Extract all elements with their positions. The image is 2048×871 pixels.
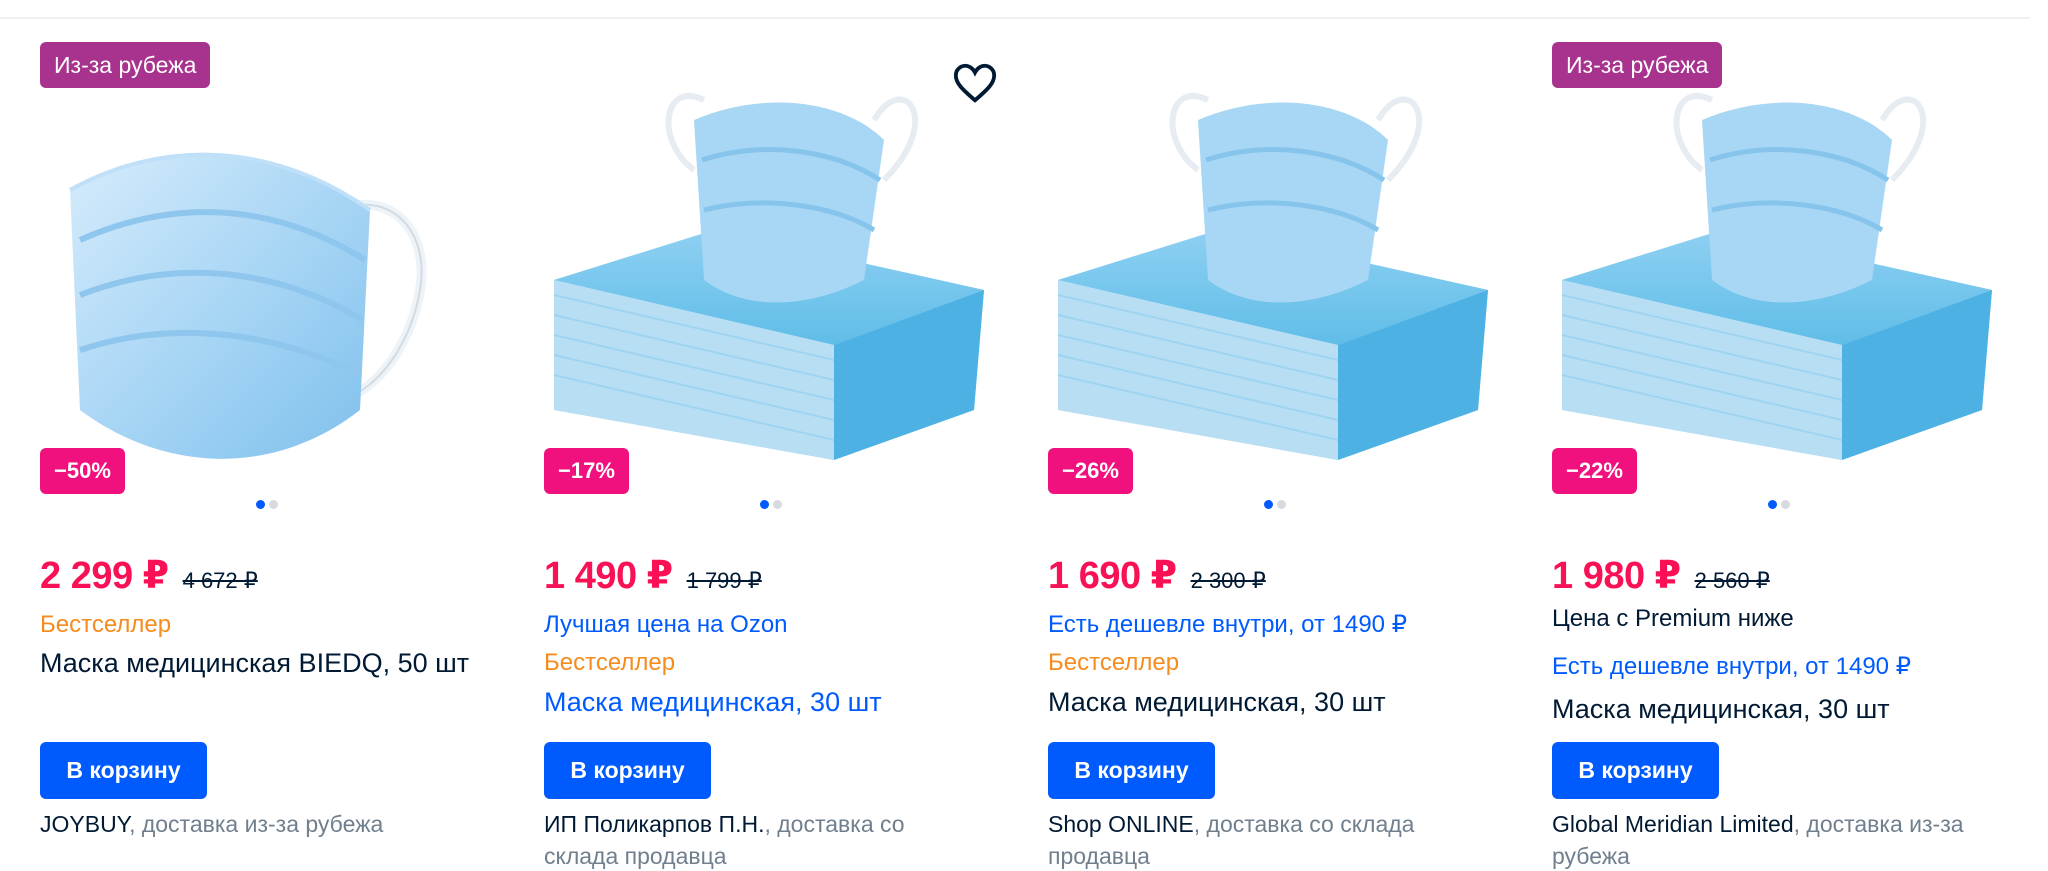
seller-name[interactable]: Global Meridian Limited — [1552, 811, 1794, 837]
seller-info: Shop ONLINE, доставка со склада продавца — [1048, 808, 1468, 871]
add-to-cart-button[interactable]: В корзину — [1552, 742, 1719, 799]
abroad-badge: Из-за рубежа — [40, 42, 211, 88]
image-pagination[interactable] — [256, 500, 278, 510]
best-price-label[interactable]: Лучшая цена на Ozon — [544, 610, 788, 640]
delivery-info: , доставка из-за рубежа — [129, 811, 384, 837]
product-card[interactable]: −17% 1 490 ₽ 1 799 ₽ Лучшая цена на Ozon… — [544, 40, 1014, 869]
heart-icon[interactable] — [952, 60, 998, 106]
product-image[interactable] — [1048, 80, 1488, 500]
price: 1 690 ₽ — [1048, 555, 1177, 597]
image-pagination[interactable] — [1768, 500, 1790, 510]
product-title[interactable]: Маска медицинская, 30 шт — [1552, 692, 1890, 726]
product-card[interactable]: Из-за рубежа −22% 1 980 ₽ 2 560 ₽ Цена с… — [1552, 40, 2022, 869]
product-media[interactable]: Из-за рубежа −22% — [1552, 40, 2022, 509]
add-to-cart-button[interactable]: В корзину — [40, 742, 207, 799]
product-grid: Из-за рубежа −50% 2 299 ₽ 4 672 ₽ Бестсе… — [40, 40, 2010, 869]
old-price: 2 560 ₽ — [1694, 568, 1770, 593]
seller-name[interactable]: ИП Поликарпов П.Н. — [544, 811, 764, 837]
bestseller-label: Бестселлер — [40, 611, 172, 638]
discount-badge: −17% — [544, 448, 629, 494]
price-row: 1 690 ₽ 2 300 ₽ — [1048, 553, 1266, 598]
old-price: 4 672 ₽ — [182, 568, 258, 593]
price: 1 490 ₽ — [544, 555, 673, 597]
add-to-cart-button[interactable]: В корзину — [544, 742, 711, 799]
old-price: 2 300 ₽ — [1190, 568, 1266, 593]
abroad-badge: Из-за рубежа — [1552, 42, 1723, 88]
bestseller-label: Бестселлер — [544, 649, 676, 676]
pagination-dot[interactable] — [269, 500, 278, 509]
pagination-dot-active[interactable] — [1768, 500, 1777, 509]
seller-info: JOYBUY, доставка из-за рубежа — [40, 808, 460, 840]
bestseller-label: Бестселлер — [1048, 649, 1180, 676]
product-image[interactable] — [1552, 80, 1992, 500]
product-media[interactable]: Из-за рубежа −50% — [40, 40, 510, 509]
price-row: 1 980 ₽ 2 560 ₽ — [1552, 553, 1770, 598]
price-row: 1 490 ₽ 1 799 ₽ — [544, 553, 762, 598]
pagination-dot[interactable] — [1781, 500, 1790, 509]
seller-name[interactable]: JOYBUY — [40, 811, 129, 837]
seller-info: Global Meridian Limited, доставка из-за … — [1552, 808, 1972, 871]
seller-name[interactable]: Shop ONLINE — [1048, 811, 1194, 837]
discount-badge: −50% — [40, 448, 125, 494]
price-row: 2 299 ₽ 4 672 ₽ — [40, 553, 258, 598]
product-card[interactable]: Из-за рубежа −50% 2 299 ₽ 4 672 ₽ Бестсе… — [40, 40, 510, 860]
top-divider — [0, 17, 2030, 19]
seller-info: ИП Поликарпов П.Н., доставка со склада п… — [544, 808, 964, 871]
cheaper-inside-label[interactable]: Есть дешевле внутри, от 1490 ₽ — [1048, 610, 1407, 640]
price: 1 980 ₽ — [1552, 555, 1681, 597]
product-media[interactable]: −26% — [1048, 40, 1518, 509]
product-card[interactable]: −26% 1 690 ₽ 2 300 ₽ Есть дешевле внутри… — [1048, 40, 1518, 869]
product-image[interactable] — [40, 80, 480, 500]
product-media[interactable]: −17% — [544, 40, 1014, 509]
product-title[interactable]: Маска медицинская, 30 шт — [544, 685, 882, 719]
add-to-cart-button[interactable]: В корзину — [1048, 742, 1215, 799]
product-image[interactable] — [544, 80, 984, 500]
cheaper-inside-label[interactable]: Есть дешевле внутри, от 1490 ₽ — [1552, 652, 1911, 682]
pagination-dot-active[interactable] — [1264, 500, 1273, 509]
price: 2 299 ₽ — [40, 555, 169, 597]
product-title[interactable]: Маска медицинская BIEDQ, 50 шт — [40, 646, 469, 680]
discount-badge: −26% — [1048, 448, 1133, 494]
pagination-dot[interactable] — [1277, 500, 1286, 509]
pagination-dot-active[interactable] — [256, 500, 265, 509]
pagination-dot-active[interactable] — [760, 500, 769, 509]
old-price: 1 799 ₽ — [686, 568, 762, 593]
product-title[interactable]: Маска медицинская, 30 шт — [1048, 685, 1386, 719]
image-pagination[interactable] — [1264, 500, 1286, 510]
pagination-dot[interactable] — [773, 500, 782, 509]
premium-price-label[interactable]: Цена с Premium ниже — [1552, 604, 1794, 634]
image-pagination[interactable] — [760, 500, 782, 510]
discount-badge: −22% — [1552, 448, 1637, 494]
